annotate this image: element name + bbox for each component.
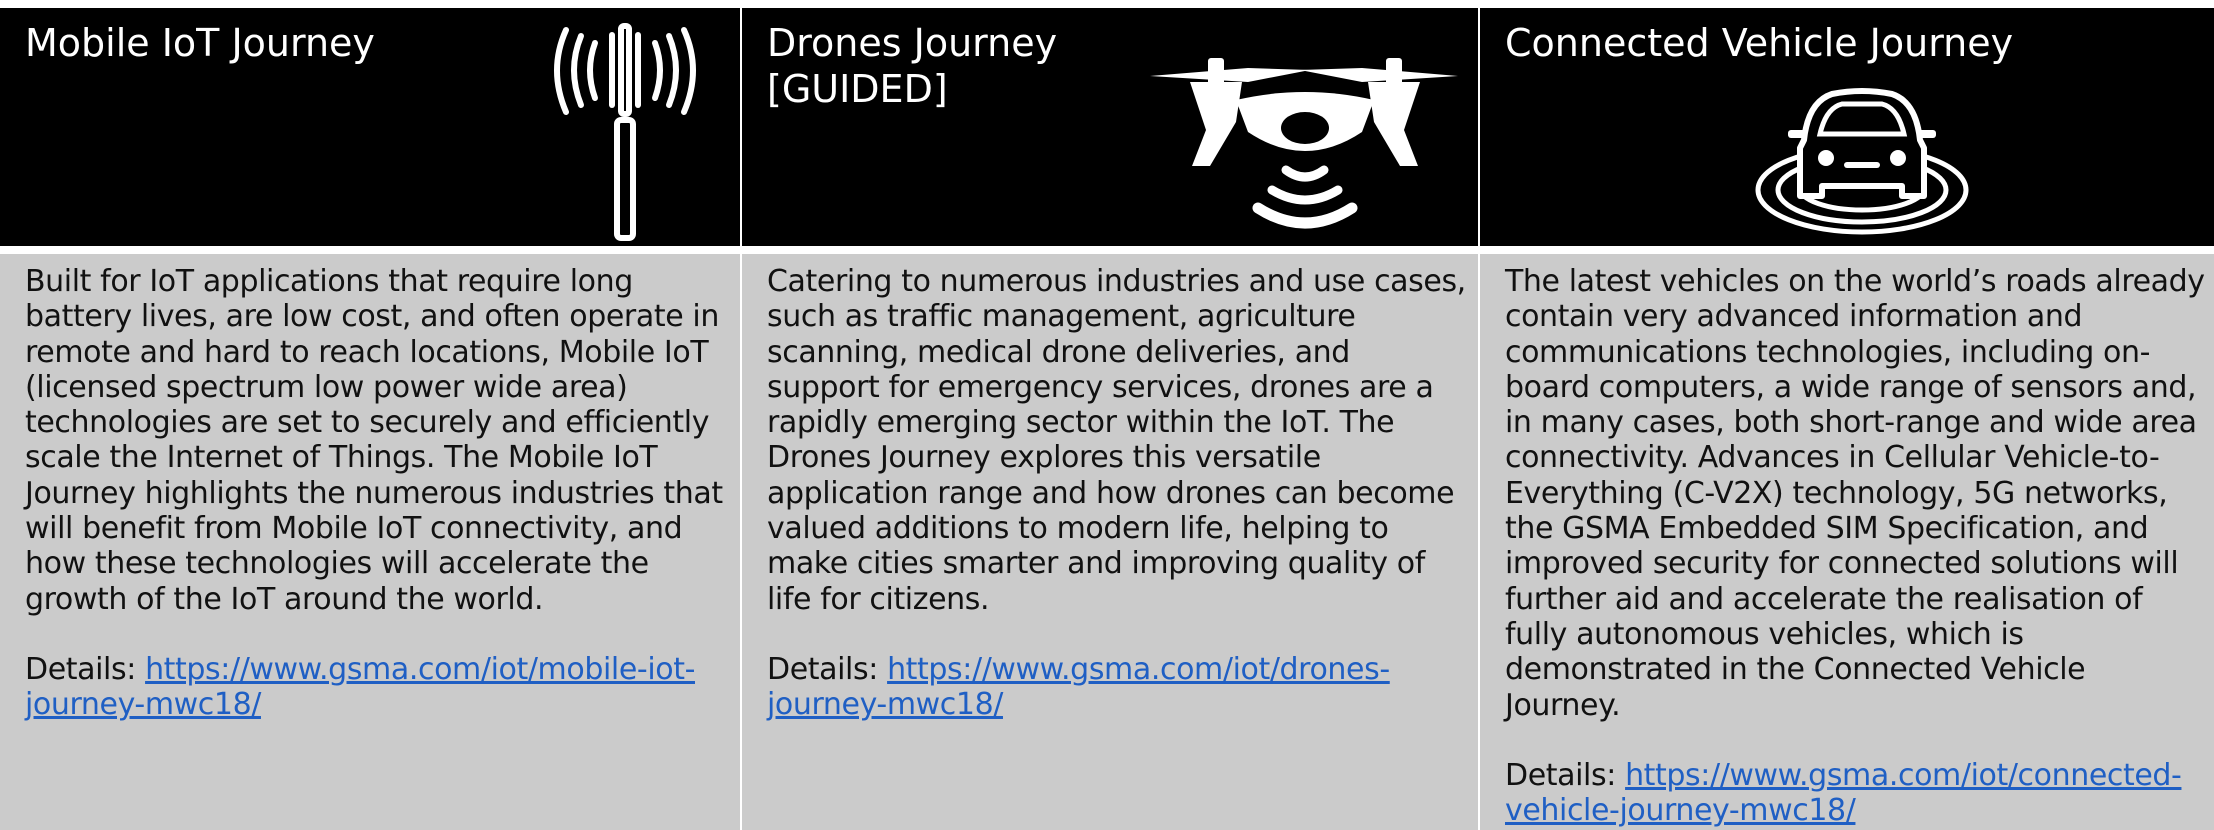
card-body-connected-vehicle: The latest vehicles on the world’s roads… bbox=[1480, 246, 2214, 830]
card-description-mobile-iot: Built for IoT applications that require … bbox=[25, 264, 723, 617]
card-description-drones: Catering to numerous industries and use … bbox=[767, 264, 1466, 617]
card-details-mobile-iot: Details: https://www.gsma.com/iot/mobile… bbox=[25, 652, 730, 723]
cell-tower-icon bbox=[548, 18, 708, 246]
card-body-drones: Catering to numerous industries and use … bbox=[742, 246, 1478, 830]
card-body-mobile-iot: Built for IoT applications that require … bbox=[0, 246, 740, 830]
card-description-connected-vehicle: The latest vehicles on the world’s roads… bbox=[1505, 264, 2205, 723]
details-label: Details: bbox=[1505, 757, 1626, 793]
card-title-connected-vehicle: Connected Vehicle Journey bbox=[1505, 21, 2014, 65]
details-label: Details: bbox=[25, 651, 146, 687]
journey-cards-grid: Mobile IoT Journey Drones Journey [GUIDE… bbox=[0, 0, 2214, 830]
card-title-drones: Drones Journey [GUIDED] bbox=[767, 21, 1058, 111]
details-label: Details: bbox=[767, 651, 888, 687]
drone-icon bbox=[1150, 38, 1460, 238]
card-header-drones: Drones Journey [GUIDED] bbox=[742, 0, 1478, 246]
card-title-mobile-iot: Mobile IoT Journey bbox=[25, 21, 375, 65]
connected-car-icon bbox=[1752, 78, 1972, 238]
card-header-mobile-iot: Mobile IoT Journey bbox=[0, 0, 740, 246]
card-details-connected-vehicle: Details: https://www.gsma.com/iot/connec… bbox=[1505, 758, 2206, 829]
card-header-connected-vehicle: Connected Vehicle Journey bbox=[1480, 0, 2214, 246]
card-details-drones: Details: https://www.gsma.com/iot/drones… bbox=[767, 652, 1468, 723]
